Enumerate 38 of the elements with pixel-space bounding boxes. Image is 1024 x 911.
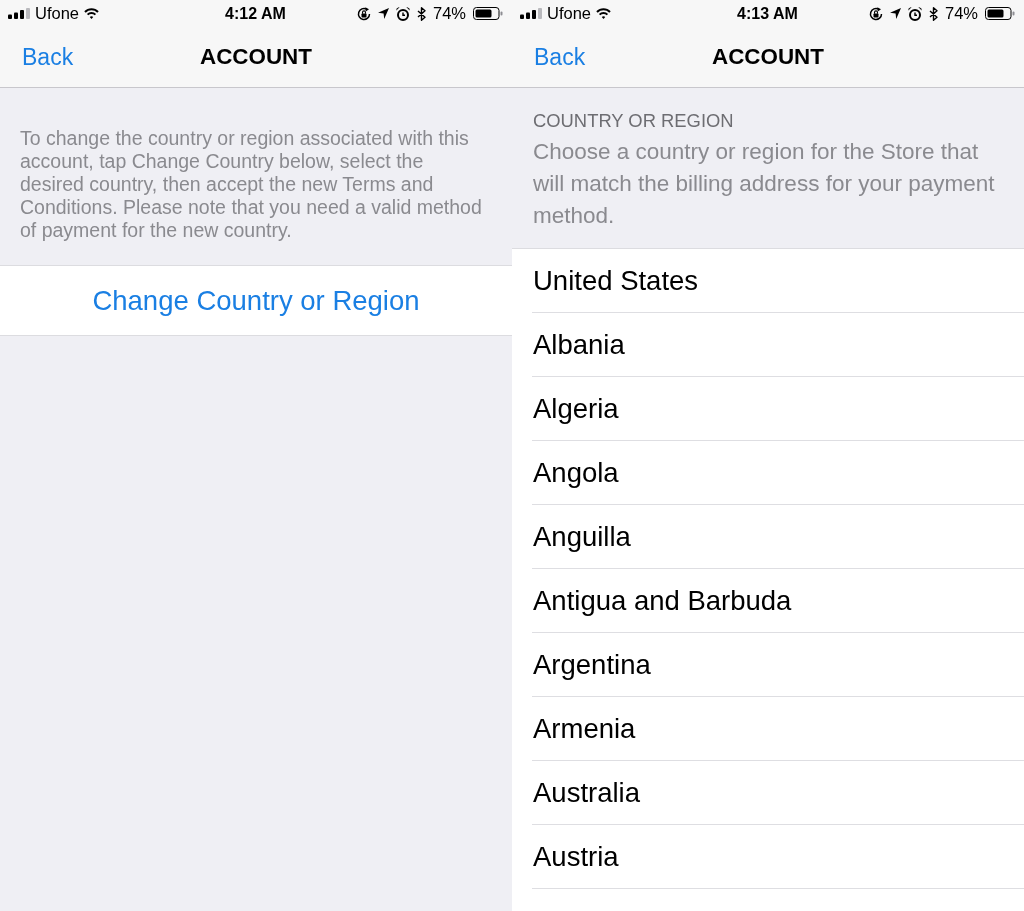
screen-title: ACCOUNT [712,44,824,70]
battery-percentage: 74% [432,4,466,23]
country-row[interactable]: Anguilla [532,505,1024,569]
section-header: COUNTRY OR REGION [533,111,735,131]
location-arrow-icon [889,8,901,19]
country-row[interactable]: Antigua and Barbuda [532,569,1024,633]
bluetooth-icon [928,6,938,21]
orientation-lock-icon [868,6,883,21]
location-arrow-icon [377,8,389,19]
signal-bars-icon [520,8,542,19]
status-time: 4:12 AM [225,4,286,23]
change-country-button[interactable]: Change Country or Region [0,265,512,336]
signal-bars-icon [8,8,30,19]
info-text: To change the country or region associated with this account, tap Change Country below, select the desired country, then accept the new Terms and Conditions. Please note that you need a valid method of payment for the new country. [20,127,483,242]
country-row[interactable]: Austria [532,825,1024,889]
alarm-clock-icon [395,6,410,21]
country-row[interactable]: Albania [532,313,1024,377]
carrier-name: Ufone [35,4,80,23]
country-row[interactable]: Angola [532,441,1024,505]
wifi-icon [84,8,100,19]
battery-icon [473,7,503,20]
bluetooth-icon [416,6,426,21]
country-row[interactable]: Armenia [532,697,1024,761]
country-row[interactable]: United States [532,249,1024,313]
country-row[interactable]: Algeria [532,377,1024,441]
battery-percentage: 74% [944,4,978,23]
battery-icon [985,7,1015,20]
orientation-lock-icon [356,6,371,21]
alarm-clock-icon [907,6,922,21]
carrier-name: Ufone [547,4,592,23]
country-row[interactable]: Australia [532,761,1024,825]
back-button[interactable]: Back [534,43,586,71]
wifi-icon [596,8,612,19]
section-description: Choose a country or region for the Store that will match the billing address for your payment method. [533,138,996,230]
country-row[interactable]: Argentina [532,633,1024,697]
status-time: 4:13 AM [737,4,798,23]
screen-title: ACCOUNT [200,44,312,70]
back-button[interactable]: Back [22,43,74,71]
